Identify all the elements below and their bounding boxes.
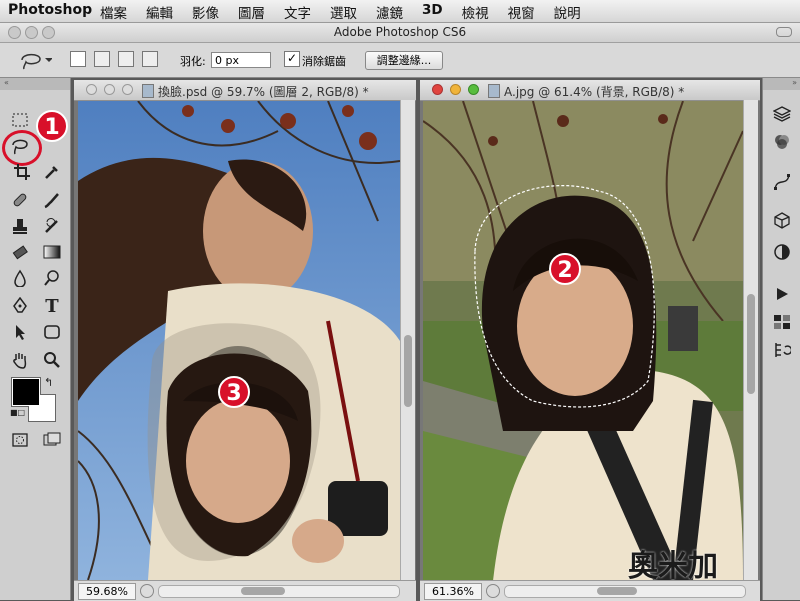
swatches-panel-icon[interactable]	[772, 312, 792, 332]
feather-label: 羽化:	[180, 55, 206, 68]
channels-panel-icon[interactable]	[772, 132, 792, 152]
vertical-scrollbar-psd[interactable]	[400, 100, 415, 580]
panel-dock: »	[762, 78, 800, 600]
menu-view[interactable]: 檢視	[462, 2, 489, 22]
antialias-checkbox[interactable]: ✓	[284, 51, 300, 67]
toolbar-toggle-button[interactable]	[776, 27, 792, 37]
status-bar-jpg: 61.36%	[420, 580, 760, 601]
eraser-tool-icon[interactable]	[8, 240, 32, 264]
options-bar: 羽化: ✓ 消除鋸齒 調整邊緣...	[0, 43, 800, 78]
minimize-document-icon[interactable]	[104, 84, 115, 95]
brush-tool-icon[interactable]	[40, 188, 64, 212]
vertical-scrollbar-thumb[interactable]	[747, 294, 755, 394]
horizontal-scrollbar-psd[interactable]	[158, 585, 400, 598]
menu-bar: Photoshop 檔案 編輯 影像 圖層 文字 選取 濾鏡 3D 檢視 視窗 …	[0, 0, 800, 23]
zoom-document-icon[interactable]	[468, 84, 479, 95]
canvas-psd[interactable]: 3	[78, 101, 400, 580]
swap-colors-icon[interactable]: ↰	[44, 376, 53, 389]
history-brush-tool-icon[interactable]	[40, 214, 64, 238]
menu-file[interactable]: 檔案	[100, 2, 127, 22]
dodge-tool-icon[interactable]	[40, 266, 64, 290]
menu-layer[interactable]: 圖層	[238, 2, 265, 22]
document-title: 換臉.psd @ 59.7% (圖層 2, RGB/8) *	[158, 85, 369, 99]
eyedropper-tool-icon[interactable]	[40, 160, 64, 184]
status-bar-psd: 59.68%	[74, 580, 416, 601]
menu-edit[interactable]: 編輯	[146, 2, 173, 22]
status-info-icon[interactable]	[140, 584, 154, 598]
new-selection-icon[interactable]	[70, 51, 86, 67]
feather-input[interactable]	[211, 52, 271, 68]
rectangle-tool-icon[interactable]	[40, 320, 64, 344]
vertical-scrollbar-thumb[interactable]	[404, 335, 412, 407]
marquee-tool-icon[interactable]	[8, 108, 32, 132]
default-colors-icon[interactable]: ■□	[10, 408, 25, 417]
panel-dock-collapse[interactable]: »	[763, 78, 800, 90]
tools-panel: « T ↰ ■□	[0, 78, 71, 600]
type-tool-icon[interactable]: T	[40, 294, 64, 318]
foreground-color-swatch-front	[12, 378, 40, 406]
annotation-badge-1: 1	[36, 110, 68, 142]
tools-panel-collapse[interactable]: «	[0, 78, 70, 90]
pen-tool-icon[interactable]	[8, 294, 32, 318]
screen-mode-icon[interactable]	[40, 428, 64, 452]
antialias-label: 消除鋸齒	[302, 55, 346, 68]
window-title-bar: Adobe Photoshop CS6	[0, 23, 800, 43]
zoom-level-field[interactable]: 59.68%	[78, 583, 136, 600]
gradient-tool-icon[interactable]	[40, 240, 64, 264]
document-tab-jpg[interactable]: A.jpg @ 61.4% (背景, RGB/8) *	[420, 80, 760, 101]
document-file-icon	[142, 84, 154, 98]
lasso-preset-icon[interactable]	[18, 50, 53, 74]
path-selection-tool-icon[interactable]	[8, 320, 32, 344]
intersect-selection-icon[interactable]	[142, 51, 158, 67]
close-document-icon[interactable]	[86, 84, 97, 95]
menu-list: 檔案 編輯 影像 圖層 文字 選取 濾鏡 3D 檢視 視窗 說明	[100, 2, 581, 22]
healing-brush-tool-icon[interactable]	[8, 188, 32, 212]
horizontal-scrollbar-jpg[interactable]	[504, 585, 746, 598]
actions-panel-icon[interactable]	[772, 284, 792, 304]
zoom-tool-icon[interactable]	[40, 348, 64, 372]
document-file-icon	[488, 84, 500, 98]
minimize-document-icon[interactable]	[450, 84, 461, 95]
quick-mask-icon[interactable]	[8, 428, 32, 452]
document-title: A.jpg @ 61.4% (背景, RGB/8) *	[504, 85, 685, 99]
crop-tool-icon[interactable]	[10, 160, 34, 184]
add-to-selection-icon[interactable]	[94, 51, 110, 67]
vertical-scrollbar-jpg[interactable]	[743, 100, 758, 580]
refine-edge-button[interactable]: 調整邊緣...	[365, 51, 443, 70]
blur-tool-icon[interactable]	[8, 266, 32, 290]
document-tab-psd[interactable]: 換臉.psd @ 59.7% (圖層 2, RGB/8) *	[74, 80, 416, 101]
zoom-document-icon[interactable]	[122, 84, 133, 95]
status-info-icon[interactable]	[486, 584, 500, 598]
zoom-level-field[interactable]: 61.36%	[424, 583, 482, 600]
horizontal-scrollbar-thumb[interactable]	[241, 587, 285, 595]
document-window-psd: 換臉.psd @ 59.7% (圖層 2, RGB/8) * 3 59.68%	[74, 80, 416, 601]
menu-filter[interactable]: 濾鏡	[376, 2, 403, 22]
menu-type[interactable]: 文字	[284, 2, 311, 22]
3d-panel-icon[interactable]	[772, 210, 792, 230]
document-window-jpg: A.jpg @ 61.4% (背景, RGB/8) * 2 奧米加 61.36%	[420, 80, 760, 601]
window-title: Adobe Photoshop CS6	[333, 25, 467, 39]
hand-tool-icon[interactable]	[8, 348, 32, 372]
menu-3d[interactable]: 3D	[422, 2, 443, 22]
horizontal-scrollbar-thumb[interactable]	[597, 587, 637, 595]
canvas-jpg[interactable]: 2 奧米加	[423, 101, 743, 580]
menu-select[interactable]: 選取	[330, 2, 357, 22]
paths-panel-icon[interactable]	[772, 172, 792, 192]
close-document-icon[interactable]	[432, 84, 443, 95]
layers-panel-icon[interactable]	[772, 104, 792, 124]
annotation-badge-3: 3	[218, 376, 250, 408]
annotation-badge-2: 2	[549, 253, 581, 285]
app-menu-photoshop[interactable]: Photoshop	[8, 2, 92, 18]
clone-stamp-tool-icon[interactable]	[8, 214, 32, 238]
menu-help[interactable]: 說明	[554, 2, 581, 22]
watermark-logo: 奧米加	[628, 549, 718, 580]
menu-image[interactable]: 影像	[192, 2, 219, 22]
menu-window[interactable]: 視窗	[508, 2, 535, 22]
subtract-from-selection-icon[interactable]	[118, 51, 134, 67]
adjustments-panel-icon[interactable]	[772, 242, 792, 262]
history-panel-icon[interactable]	[772, 340, 792, 360]
